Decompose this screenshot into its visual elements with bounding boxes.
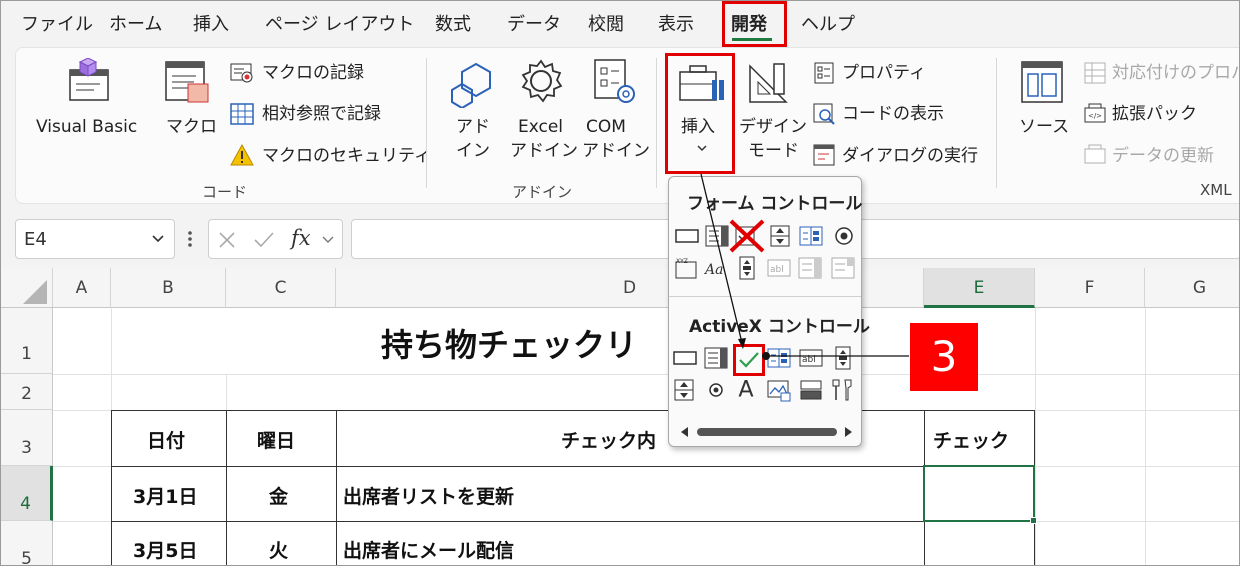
step-number-badge: 3 [910, 323, 978, 391]
annotation-arrows [700, 173, 909, 360]
excel-window: ファイル ホーム 挿入 ページ レイアウト 数式 データ 校閲 表示 開発 ヘル… [0, 0, 1240, 566]
